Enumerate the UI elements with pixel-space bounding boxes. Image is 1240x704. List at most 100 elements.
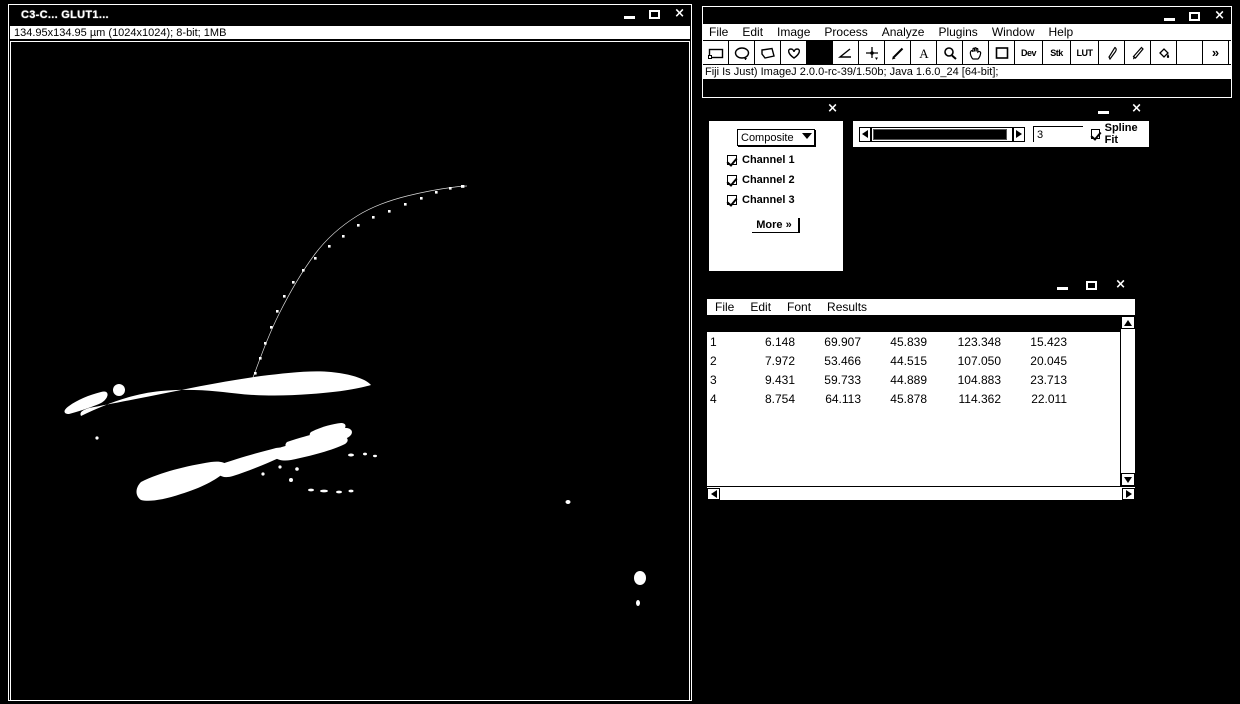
results-menu-results[interactable]: Results: [827, 300, 867, 314]
image-window-titlebar[interactable]: C3-C... GLUT1... ×: [9, 5, 691, 25]
results-table[interactable]: 1 6.148 69.907 45.839 123.348 15.423 2 7…: [707, 316, 1120, 486]
results-menu-edit[interactable]: Edit: [750, 300, 771, 314]
channels-titlebar[interactable]: ×: [708, 100, 844, 120]
point-tool[interactable]: [859, 41, 885, 64]
fiji-titlebar[interactable]: ×: [703, 7, 1231, 23]
scroll-up-icon[interactable]: [1121, 316, 1135, 329]
menu-window[interactable]: Window: [992, 25, 1035, 39]
channel-3-label: Channel 3: [742, 194, 795, 206]
brush-tool[interactable]: [1125, 41, 1151, 64]
fiji-main-window[interactable]: × File Edit Image Process Analyze Plugin…: [702, 6, 1232, 98]
close-icon[interactable]: ×: [1214, 9, 1225, 22]
spline-fit-row[interactable]: Spline Fit: [1091, 122, 1143, 146]
more-tools-button[interactable]: »: [1203, 41, 1229, 64]
cell-col3: 44.889: [890, 372, 927, 387]
results-table-container[interactable]: 1 6.148 69.907 45.839 123.348 15.423 2 7…: [706, 315, 1136, 487]
menu-help[interactable]: Help: [1049, 25, 1074, 39]
results-menu-file[interactable]: File: [715, 300, 734, 314]
close-icon[interactable]: ×: [674, 7, 685, 20]
channels-panel: Composite Channel 1 Channel 2 Channel 3 …: [708, 120, 844, 272]
display-mode-select[interactable]: Composite: [737, 129, 815, 146]
menu-analyze[interactable]: Analyze: [882, 25, 925, 39]
magnifier-tool[interactable]: [937, 41, 963, 64]
fiji-menubar[interactable]: File Edit Image Process Analyze Plugins …: [703, 23, 1231, 40]
cell-col2: 53.466: [824, 353, 861, 368]
scroll-right-icon[interactable]: [1122, 487, 1135, 500]
scroll-left-icon[interactable]: [707, 487, 720, 500]
results-window-controls: ×: [1057, 276, 1126, 294]
cell-col3: 45.839: [890, 334, 927, 349]
line-width-input[interactable]: 3: [1033, 126, 1084, 142]
close-icon[interactable]: ×: [1115, 278, 1126, 291]
results-horizontal-scrollbar[interactable]: [706, 487, 1136, 501]
slider-thumb[interactable]: [873, 128, 1007, 140]
channel-3-row[interactable]: Channel 3: [727, 194, 795, 206]
results-menu-font[interactable]: Font: [787, 300, 811, 314]
channel-3-checkbox[interactable]: [727, 195, 737, 205]
channels-window-controls: ×: [827, 100, 838, 118]
image-canvas-area[interactable]: [10, 41, 690, 701]
menu-image[interactable]: Image: [777, 25, 810, 39]
display-mode-value: Composite: [741, 131, 794, 144]
wand-tool[interactable]: [885, 41, 911, 64]
dev-tool-label: Dev: [1020, 47, 1037, 58]
menu-process[interactable]: Process: [824, 25, 867, 39]
rectangle-tool[interactable]: [703, 41, 729, 64]
minimize-icon[interactable]: [1164, 18, 1176, 21]
dropper-tool[interactable]: [989, 41, 1015, 64]
results-window[interactable]: × File Edit Font Results 1 6.148 69.907 …: [706, 276, 1136, 501]
slider-right-arrow-icon[interactable]: [1013, 126, 1025, 142]
pencil-tool[interactable]: [1099, 41, 1125, 64]
channel-1-label: Channel 1: [742, 154, 795, 166]
hand-tool[interactable]: [963, 41, 989, 64]
results-vertical-scrollbar[interactable]: [1120, 316, 1135, 486]
oval-tool[interactable]: [729, 41, 755, 64]
channel-2-checkbox[interactable]: [727, 175, 737, 185]
chevron-down-icon[interactable]: [802, 133, 812, 139]
maximize-icon[interactable]: [649, 9, 661, 19]
results-menubar[interactable]: File Edit Font Results: [706, 298, 1136, 315]
channel-1-checkbox[interactable]: [727, 155, 737, 165]
fiji-toolbar[interactable]: A Dev Stk LUT »: [703, 40, 1231, 64]
scroll-down-icon[interactable]: [1121, 473, 1135, 486]
results-titlebar[interactable]: ×: [706, 276, 1136, 298]
minimize-icon[interactable]: [1098, 111, 1110, 114]
stk-tool[interactable]: Stk: [1043, 41, 1071, 64]
more-button[interactable]: More »: [752, 218, 800, 233]
channel-2-row[interactable]: Channel 2: [727, 174, 795, 186]
freehand-tool[interactable]: [781, 41, 807, 64]
menu-file[interactable]: File: [709, 25, 728, 39]
channel-1-row[interactable]: Channel 1: [727, 154, 795, 166]
menu-edit[interactable]: Edit: [742, 25, 763, 39]
close-icon[interactable]: ×: [827, 102, 838, 115]
close-icon[interactable]: ×: [1131, 102, 1142, 115]
menu-plugins[interactable]: Plugins: [938, 25, 977, 39]
image-window[interactable]: C3-C... GLUT1... × 134.95x134.95 µm (102…: [8, 4, 692, 701]
spare-tool[interactable]: [1177, 41, 1203, 64]
maximize-icon[interactable]: [1189, 11, 1201, 21]
polygon-tool[interactable]: [755, 41, 781, 64]
line-width-slider[interactable]: [859, 126, 1025, 142]
dev-tool[interactable]: Dev: [1015, 41, 1043, 64]
slider-left-arrow-icon[interactable]: [859, 126, 871, 142]
table-row[interactable]: 3 9.431 59.733 44.889 104.883 23.713: [707, 370, 1120, 389]
text-tool[interactable]: A: [911, 41, 937, 64]
maximize-icon[interactable]: [1086, 280, 1098, 290]
microscopy-image[interactable]: [11, 42, 689, 700]
flood-fill-tool[interactable]: [1151, 41, 1177, 64]
lut-tool[interactable]: LUT: [1071, 41, 1099, 64]
cell-col3: 44.515: [890, 353, 927, 368]
minimize-icon[interactable]: [1057, 287, 1069, 290]
slider-track[interactable]: [871, 126, 1013, 142]
line-width-window[interactable]: × 3 Spline Fit: [852, 100, 1150, 162]
channels-window[interactable]: × Composite Channel 1 Channel 2 Channel …: [708, 100, 844, 272]
minimize-icon[interactable]: [624, 16, 636, 19]
stk-tool-label: Stk: [1050, 47, 1063, 58]
table-row[interactable]: 1 6.148 69.907 45.839 123.348 15.423: [707, 332, 1120, 351]
line-width-titlebar[interactable]: ×: [852, 100, 1150, 120]
spline-fit-checkbox[interactable]: [1091, 129, 1100, 139]
table-row[interactable]: 4 8.754 64.113 45.878 114.362 22.011: [707, 389, 1120, 408]
line-tool[interactable]: [807, 41, 833, 64]
table-row[interactable]: 2 7.972 53.466 44.515 107.050 20.045: [707, 351, 1120, 370]
angle-tool[interactable]: [833, 41, 859, 64]
